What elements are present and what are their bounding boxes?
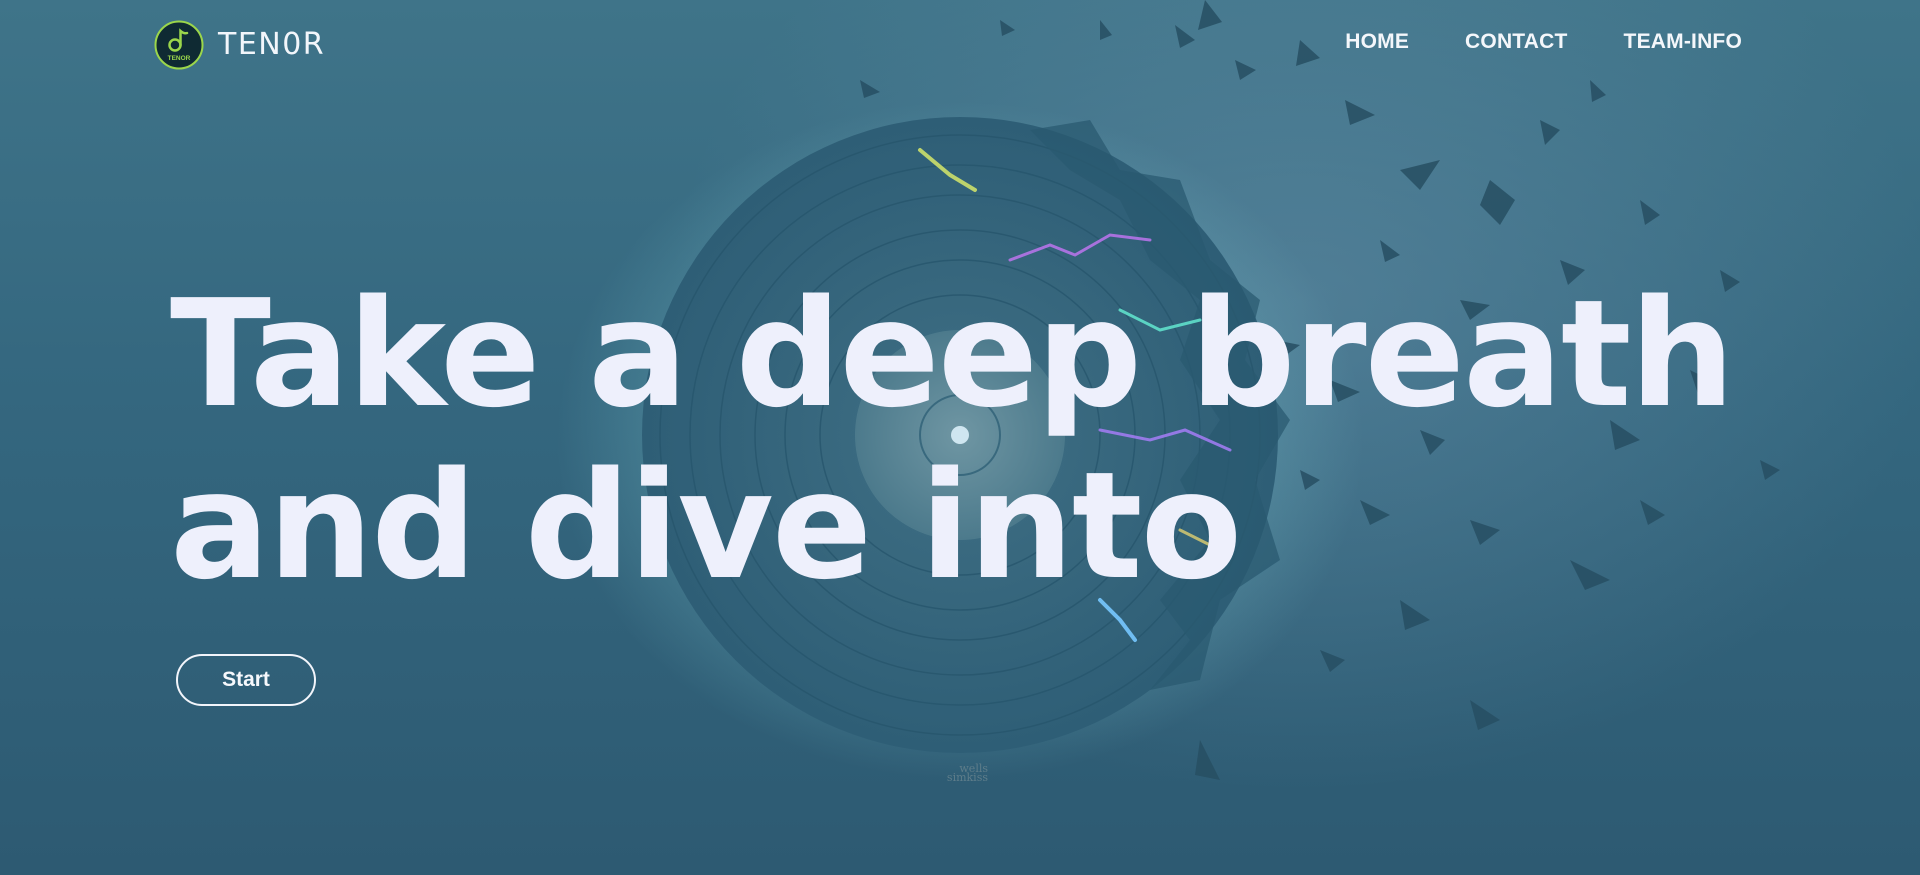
nav-menu: HOME CONTACT TEAM-INFO xyxy=(1345,30,1742,54)
brand-name: TEN0R xyxy=(218,27,326,62)
nav-link-team-info[interactable]: TEAM-INFO xyxy=(1624,30,1742,54)
start-button[interactable]: Start xyxy=(176,654,316,706)
top-navbar: TENOR TEN0R HOME CONTACT TEAM-INFO xyxy=(0,0,1920,90)
hero-heading-line-1: Take a deep breath xyxy=(170,268,1735,440)
landing-page: TENOR TEN0R HOME CONTACT TEAM-INFO Take … xyxy=(0,0,1920,875)
artist-signature-line-2: simkiss xyxy=(946,771,988,784)
artist-signature: wells simkiss xyxy=(928,763,988,784)
brand-home-link[interactable]: TENOR TEN0R xyxy=(154,19,325,71)
nav-link-home[interactable]: HOME xyxy=(1345,30,1409,54)
tenor-logo-icon: TENOR xyxy=(154,20,204,70)
nav-link-contact[interactable]: CONTACT xyxy=(1465,30,1568,54)
hero-heading: Take a deep breath and dive into xyxy=(170,268,1735,612)
logo-caption: TENOR xyxy=(168,55,191,62)
hero-heading-line-2: and dive into xyxy=(170,440,1242,612)
